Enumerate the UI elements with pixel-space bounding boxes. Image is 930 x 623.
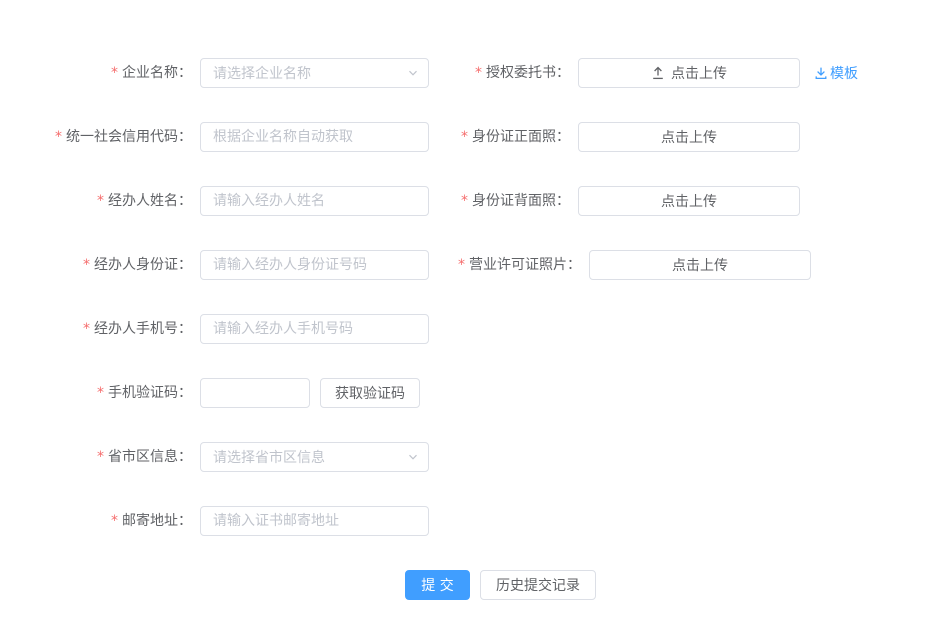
id-card-back-label: *身份证背面照：: [458, 186, 578, 216]
agent-name-input[interactable]: [200, 186, 429, 216]
business-license-label: *营业许可证照片：: [458, 250, 589, 280]
required-asterisk: *: [55, 129, 62, 145]
upload-button-label: 点击上传: [672, 255, 728, 275]
required-asterisk: *: [97, 385, 104, 401]
mailing-address-input[interactable]: [200, 506, 429, 536]
required-asterisk: *: [97, 449, 104, 465]
agent-phone-label: *经办人手机号：: [0, 314, 200, 344]
agent-name-label: *经办人姓名：: [0, 186, 200, 216]
field-row-id-card-back: *身份证背面照： 点击上传: [458, 186, 930, 216]
form-footer: 提 交 历史提交记录: [405, 570, 596, 600]
required-asterisk: *: [83, 257, 90, 273]
id-card-front-upload-button[interactable]: 点击上传: [578, 122, 800, 152]
download-icon: [814, 66, 828, 80]
template-download-link[interactable]: 模板: [814, 63, 858, 83]
field-row-region: *省市区信息： 请选择省市区信息: [0, 442, 460, 472]
required-asterisk: *: [111, 65, 118, 81]
upload-button-label: 点击上传: [661, 191, 717, 211]
mailing-address-label: *邮寄地址：: [0, 506, 200, 536]
field-row-credit-code: *统一社会信用代码：: [0, 122, 460, 152]
required-asterisk: *: [461, 193, 468, 209]
field-row-id-card-front: *身份证正面照： 点击上传: [458, 122, 930, 152]
company-name-select[interactable]: 请选择企业名称: [200, 58, 429, 88]
upload-button-label: 点击上传: [671, 63, 727, 83]
upload-icon: [651, 66, 665, 80]
enterprise-cert-application-form: *企业名称： 请选择企业名称 *统一社会信用代码： *经办人姓名： *经办人身份…: [0, 0, 930, 623]
field-row-agent-id-card: *经办人身份证：: [0, 250, 460, 280]
required-asterisk: *: [461, 129, 468, 145]
region-select-placeholder: 请选择省市区信息: [213, 447, 325, 467]
chevron-down-icon: [407, 451, 419, 463]
company-name-label: *企业名称：: [0, 58, 200, 88]
get-sms-code-button[interactable]: 获取验证码: [320, 378, 420, 408]
form-left-column: *企业名称： 请选择企业名称 *统一社会信用代码： *经办人姓名： *经办人身份…: [0, 58, 460, 570]
business-license-upload-button[interactable]: 点击上传: [589, 250, 811, 280]
required-asterisk: *: [97, 193, 104, 209]
authorization-letter-label: *授权委托书：: [458, 58, 578, 88]
sms-code-label: *手机验证码：: [0, 378, 200, 408]
field-row-company-name: *企业名称： 请选择企业名称: [0, 58, 460, 88]
sms-code-input[interactable]: [200, 378, 310, 408]
required-asterisk: *: [475, 65, 482, 81]
template-link-label: 模板: [830, 63, 858, 83]
region-label: *省市区信息：: [0, 442, 200, 472]
field-row-authorization-letter: *授权委托书： 点击上传 模板: [458, 58, 930, 88]
credit-code-label: *统一社会信用代码：: [0, 122, 200, 152]
field-row-mailing-address: *邮寄地址：: [0, 506, 460, 536]
field-row-sms-code: *手机验证码： 获取验证码: [0, 378, 460, 408]
form-right-column: *授权委托书： 点击上传 模板: [458, 58, 930, 314]
field-row-agent-name: *经办人姓名：: [0, 186, 460, 216]
chevron-down-icon: [407, 67, 419, 79]
submit-button[interactable]: 提 交: [405, 570, 470, 600]
upload-button-label: 点击上传: [661, 127, 717, 147]
field-row-agent-phone: *经办人手机号：: [0, 314, 460, 344]
agent-phone-input[interactable]: [200, 314, 429, 344]
required-asterisk: *: [458, 257, 465, 273]
id-card-front-label: *身份证正面照：: [458, 122, 578, 152]
required-asterisk: *: [83, 321, 90, 337]
history-records-button[interactable]: 历史提交记录: [480, 570, 596, 600]
agent-id-card-label: *经办人身份证：: [0, 250, 200, 280]
field-row-business-license: *营业许可证照片： 点击上传: [458, 250, 930, 280]
required-asterisk: *: [111, 513, 118, 529]
company-name-select-placeholder: 请选择企业名称: [213, 63, 311, 83]
region-select[interactable]: 请选择省市区信息: [200, 442, 429, 472]
credit-code-input[interactable]: [200, 122, 429, 152]
id-card-back-upload-button[interactable]: 点击上传: [578, 186, 800, 216]
agent-id-card-input[interactable]: [200, 250, 429, 280]
authorization-letter-upload-button[interactable]: 点击上传: [578, 58, 800, 88]
